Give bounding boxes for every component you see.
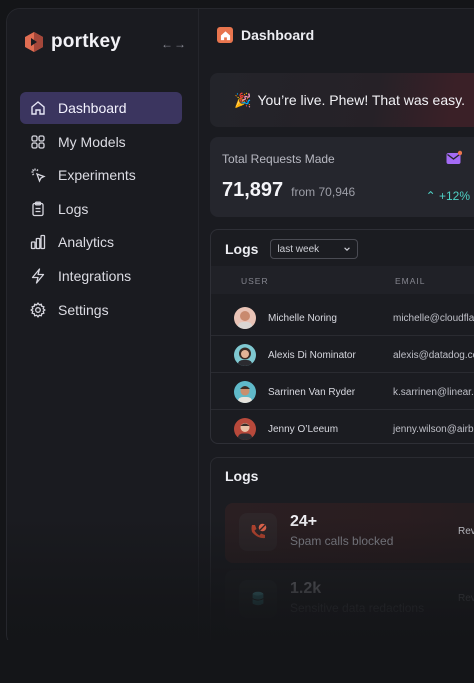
phone-block-icon [239, 513, 277, 551]
metric-data-redactions[interactable]: 1.2k Sensitive data redactions Rev [225, 570, 474, 630]
stat-previous: from 70,946 [291, 185, 356, 199]
time-range-value: last week [277, 243, 320, 255]
gear-icon [30, 301, 46, 318]
sidebar-item-settings[interactable]: Settings [20, 294, 182, 326]
brand-name: portkey [51, 31, 122, 52]
metric-value: 1.2k [290, 580, 322, 597]
sidebar-item-analytics[interactable]: Analytics [20, 226, 182, 258]
table-row[interactable]: Michelle Noring michelle@cloudfla [211, 300, 474, 336]
page-header: Dashboard [217, 27, 314, 43]
column-header-email: EMAIL [395, 276, 426, 286]
page-title: Dashboard [241, 27, 315, 43]
chevron-down-icon [344, 247, 351, 251]
logs-summary-title: Logs [225, 468, 259, 484]
stat-label: Total Requests Made [222, 152, 335, 166]
time-range-select[interactable]: last week [270, 239, 359, 259]
lightning-icon [31, 268, 45, 284]
metric-label: Sensitive data redactions [290, 601, 425, 615]
portkey-logo-icon [25, 32, 43, 52]
brand[interactable]: portkey [23, 31, 121, 53]
avatar [234, 307, 256, 329]
user-name: Jenny O’Leeum [268, 424, 339, 435]
metric-spam-calls[interactable]: 24+ Spam calls blocked Rev [225, 503, 474, 563]
arrows-left-right-icon[interactable]: ←→ [161, 37, 187, 51]
home-icon [217, 27, 233, 43]
stat-change: ⌃ +12% [426, 189, 470, 203]
sidebar-nav: Dashboard My Models Experiments Logs Ana… [20, 92, 182, 327]
party-popper-icon: 🎉 [234, 91, 252, 108]
sidebar-item-experiments[interactable]: Experiments [20, 159, 182, 191]
avatar [234, 418, 256, 440]
user-email: k.sarrinen@linear.a [393, 387, 474, 398]
user-email: jenny.wilson@airb [393, 424, 474, 435]
sidebar-item-label: My Models [58, 133, 126, 150]
avatar [234, 381, 256, 403]
sidebar-item-label: Dashboard [58, 100, 127, 116]
sidebar-item-label: Experiments [58, 167, 136, 184]
table-row[interactable]: Alexis Di Nominator alexis@datadog.co [211, 337, 474, 373]
sidebar-item-integrations[interactable]: Integrations [20, 260, 182, 292]
banner-text: You’re live. Phew! That was easy. [257, 92, 465, 108]
column-header-user: USER [241, 276, 269, 286]
table-row[interactable]: Jenny O’Leeum jenny.wilson@airb [211, 411, 474, 447]
database-icon [239, 580, 277, 618]
clipboard-icon [32, 201, 44, 216]
stat-value: 71,897 [222, 179, 284, 201]
review-link[interactable]: Rev [458, 526, 474, 537]
sidebar-item-my-models[interactable]: My Models [20, 126, 182, 158]
stat-change-value: +12% [438, 189, 470, 203]
user-name: Michelle Noring [268, 313, 337, 324]
logs-summary-card: Logs 24+ Spam calls blocked Rev [210, 457, 474, 647]
review-link[interactable]: Rev [458, 593, 474, 604]
sidebar-item-label: Analytics [58, 234, 115, 251]
page-background [0, 640, 474, 683]
user-email: alexis@datadog.co [393, 350, 474, 361]
bar-chart-icon [30, 235, 46, 250]
user-email: michelle@cloudfla [393, 313, 474, 324]
user-name: Sarrinen Van Ryder [268, 387, 356, 398]
grid-icon [31, 134, 45, 149]
user-name: Alexis Di Nominator [268, 350, 356, 361]
table-row[interactable]: Sarrinen Van Ryder k.sarrinen@linear.a [211, 374, 474, 410]
chevron-up-icon: ⌃ [425, 189, 436, 203]
sidebar-item-label: Settings [58, 301, 109, 318]
sidebar-item-label: Logs [58, 200, 89, 217]
logs-title: Logs [225, 241, 259, 257]
success-banner: 🎉 You’re live. Phew! That was easy. [210, 73, 474, 127]
main-content: Dashboard 🎉 You’re live. Phew! That was … [199, 9, 474, 647]
mail-icon [446, 150, 462, 164]
metric-value: 24+ [290, 513, 318, 530]
table-header: USER EMAIL [211, 266, 474, 294]
cursor-click-icon [31, 168, 46, 183]
sidebar: portkey ←→ Dashboard My Models Experimen… [7, 9, 199, 647]
home-icon [31, 101, 45, 115]
metric-label: Spam calls blocked [290, 534, 394, 548]
logs-table-card: Logs last week USER EMAIL Michelle Norin… [210, 229, 474, 444]
sidebar-item-label: Integrations [58, 267, 132, 284]
avatar [234, 344, 256, 366]
sidebar-item-logs[interactable]: Logs [20, 193, 182, 225]
sidebar-item-dashboard[interactable]: Dashboard [20, 92, 182, 124]
app-window: portkey ←→ Dashboard My Models Experimen… [6, 8, 474, 648]
total-requests-card: Total Requests Made 71,897 from 70,946 ⌃… [210, 137, 474, 217]
